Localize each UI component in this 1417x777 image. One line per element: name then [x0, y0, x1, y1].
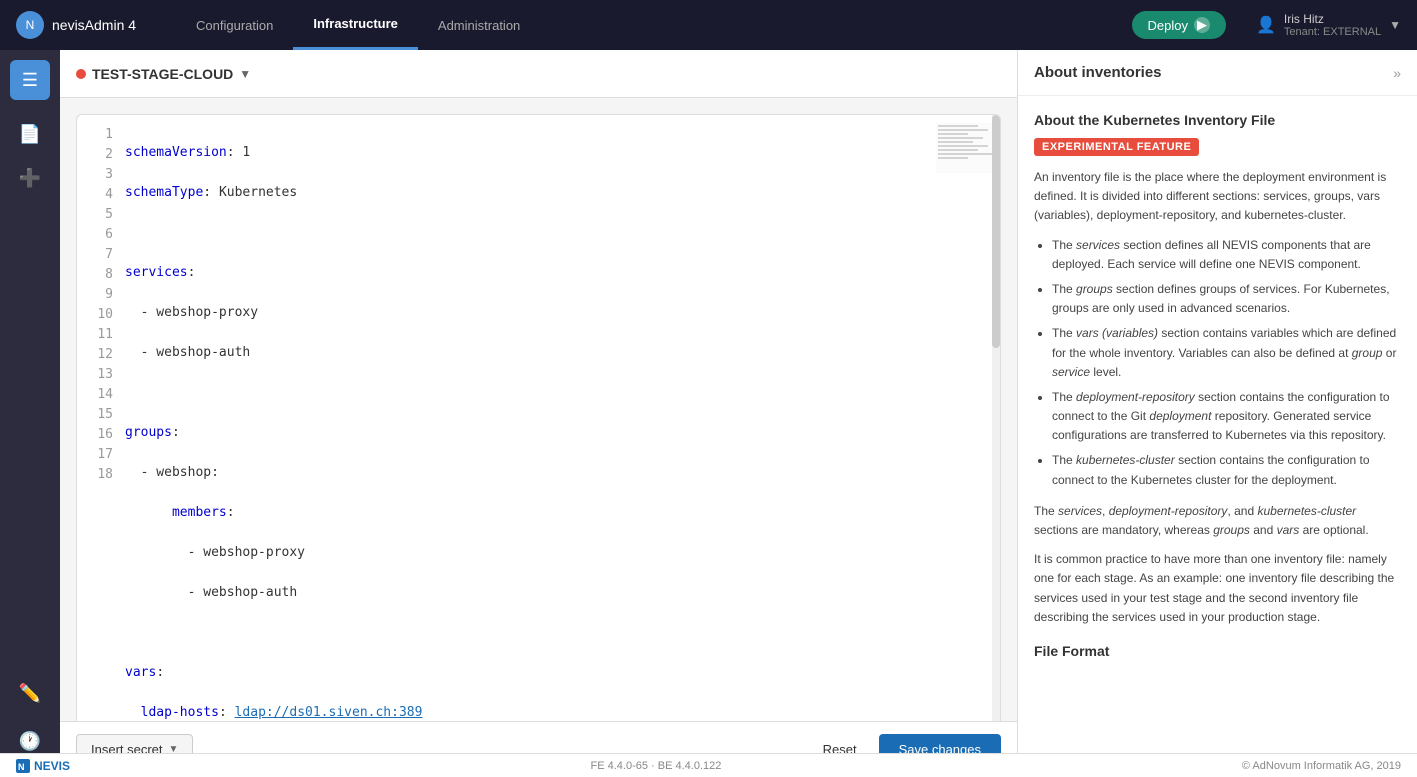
sidebar-edit-button[interactable]: ✏️	[10, 673, 50, 713]
code-line-8: groups:	[125, 423, 920, 443]
footer-version: FE 4.4.0-65 · BE 4.4.0.122	[591, 760, 722, 772]
nav-administration[interactable]: Administration	[418, 0, 540, 50]
editor-wrapper: 12345 678910 1112131415 161718 schemaVer…	[76, 114, 1001, 721]
footer: N NEVIS FE 4.4.0-65 · BE 4.4.0.122 © AdN…	[0, 753, 1417, 777]
deploy-label: Deploy	[1148, 18, 1188, 33]
toolbar: TEST-STAGE-CLOUD ▼	[60, 50, 1017, 98]
user-area: 👤 Iris Hitz Tenant: EXTERNAL ▼	[1256, 12, 1401, 38]
play-icon: ▶	[1194, 17, 1210, 33]
right-panel-note2: It is common practice to have more than …	[1034, 550, 1401, 627]
minimap-svg	[936, 123, 996, 173]
code-line-1: schemaVersion: 1	[125, 143, 920, 163]
app-logo: N	[16, 11, 44, 39]
sidebar-add-button[interactable]: ➕	[10, 158, 50, 198]
code-line-4: services:	[125, 263, 920, 283]
editor-container: 12345 678910 1112131415 161718 schemaVer…	[60, 98, 1017, 721]
right-panel-expand-icon[interactable]: »	[1393, 65, 1401, 81]
nav-links: Configuration Infrastructure Administrat…	[176, 0, 1131, 50]
code-line-14: vars:	[125, 663, 920, 683]
editor-scrollbar[interactable]	[992, 115, 1000, 721]
user-icon: 👤	[1256, 15, 1276, 35]
user-name: Iris Hitz	[1284, 12, 1381, 26]
nevis-label: NEVIS	[34, 759, 70, 773]
code-line-5: - webshop-proxy	[125, 303, 920, 323]
code-line-13	[125, 623, 920, 643]
menu-icon: ☰	[22, 70, 38, 91]
footer-copyright: © AdNovum Informatik AG, 2019	[1242, 760, 1401, 772]
env-indicator: TEST-STAGE-CLOUD ▼	[76, 66, 251, 82]
right-panel-body: About the Kubernetes Inventory File EXPE…	[1018, 96, 1417, 777]
code-line-11: - webshop-proxy	[125, 543, 920, 563]
top-nav: N nevisAdmin 4 Configuration Infrastruct…	[0, 0, 1417, 50]
code-editor[interactable]: schemaVersion: 1 schemaType: Kubernetes …	[125, 123, 1000, 721]
right-panel-intro: An inventory file is the place where the…	[1034, 168, 1401, 226]
left-sidebar: ☰ 📄 ➕ ✏️ 🕐	[0, 50, 60, 777]
code-line-2: schemaType: Kubernetes	[125, 183, 920, 203]
code-line-10: members:	[125, 503, 920, 523]
env-name: TEST-STAGE-CLOUD	[92, 66, 233, 82]
user-info: Iris Hitz Tenant: EXTERNAL	[1284, 12, 1381, 38]
code-line-6: - webshop-auth	[125, 343, 920, 363]
nevis-logo: N NEVIS	[16, 759, 70, 773]
user-dropdown-icon[interactable]: ▼	[1389, 18, 1401, 32]
bullet-1: The services section defines all NEVIS c…	[1052, 236, 1401, 274]
bullet-2: The groups section defines groups of ser…	[1052, 280, 1401, 318]
nav-configuration[interactable]: Configuration	[176, 0, 293, 50]
experimental-badge: EXPERIMENTAL FEATURE	[1034, 138, 1199, 156]
editor-minimap	[936, 123, 996, 173]
sidebar-files-button[interactable]: 📄	[10, 114, 50, 154]
logo-area: N nevisAdmin 4	[16, 11, 136, 39]
history-icon: 🕐	[19, 731, 41, 752]
files-icon: 📄	[19, 124, 41, 145]
file-format-title: File Format	[1034, 643, 1401, 659]
bullet-4: The deployment-repository section contai…	[1052, 388, 1401, 446]
bullet-3: The vars (variables) section contains va…	[1052, 324, 1401, 382]
deploy-button[interactable]: Deploy ▶	[1132, 11, 1226, 39]
bullet-5: The kubernetes-cluster section contains …	[1052, 451, 1401, 489]
add-icon: ➕	[19, 168, 41, 189]
edit-icon: ✏️	[19, 683, 41, 704]
env-status-dot	[76, 69, 86, 79]
app-name: nevisAdmin 4	[52, 17, 136, 33]
right-panel-note1: The services, deployment-repository, and…	[1034, 502, 1401, 540]
right-panel: About inventories » About the Kubernetes…	[1017, 50, 1417, 777]
code-line-15: ldap-hosts: ldap://ds01.siven.ch:389	[125, 703, 920, 721]
code-line-3	[125, 223, 920, 243]
content-area: TEST-STAGE-CLOUD ▼	[60, 50, 1017, 777]
right-panel-section-title: About the Kubernetes Inventory File	[1034, 112, 1401, 128]
user-tenant: Tenant: EXTERNAL	[1284, 26, 1381, 38]
right-panel-bullets: The services section defines all NEVIS c…	[1034, 236, 1401, 490]
line-numbers: 12345 678910 1112131415 161718	[77, 123, 125, 721]
code-line-9: - webshop:	[125, 463, 920, 483]
env-dropdown-icon[interactable]: ▼	[239, 67, 251, 81]
svg-text:N: N	[18, 762, 25, 772]
nav-infrastructure[interactable]: Infrastructure	[293, 0, 418, 50]
nevis-logo-icon: N	[16, 759, 30, 773]
sidebar-expand-button[interactable]: ☰	[10, 60, 50, 100]
code-line-12: - webshop-auth	[125, 583, 920, 603]
code-line-7	[125, 383, 920, 403]
editor-scrollbar-thumb	[992, 115, 1000, 348]
editor-content[interactable]: 12345 678910 1112131415 161718 schemaVer…	[77, 115, 1000, 721]
main-layout: ☰ 📄 ➕ ✏️ 🕐 TEST-STAGE-CLOUD ▼	[0, 50, 1417, 777]
right-panel-header: About inventories »	[1018, 50, 1417, 96]
right-panel-title: About inventories	[1034, 64, 1162, 81]
